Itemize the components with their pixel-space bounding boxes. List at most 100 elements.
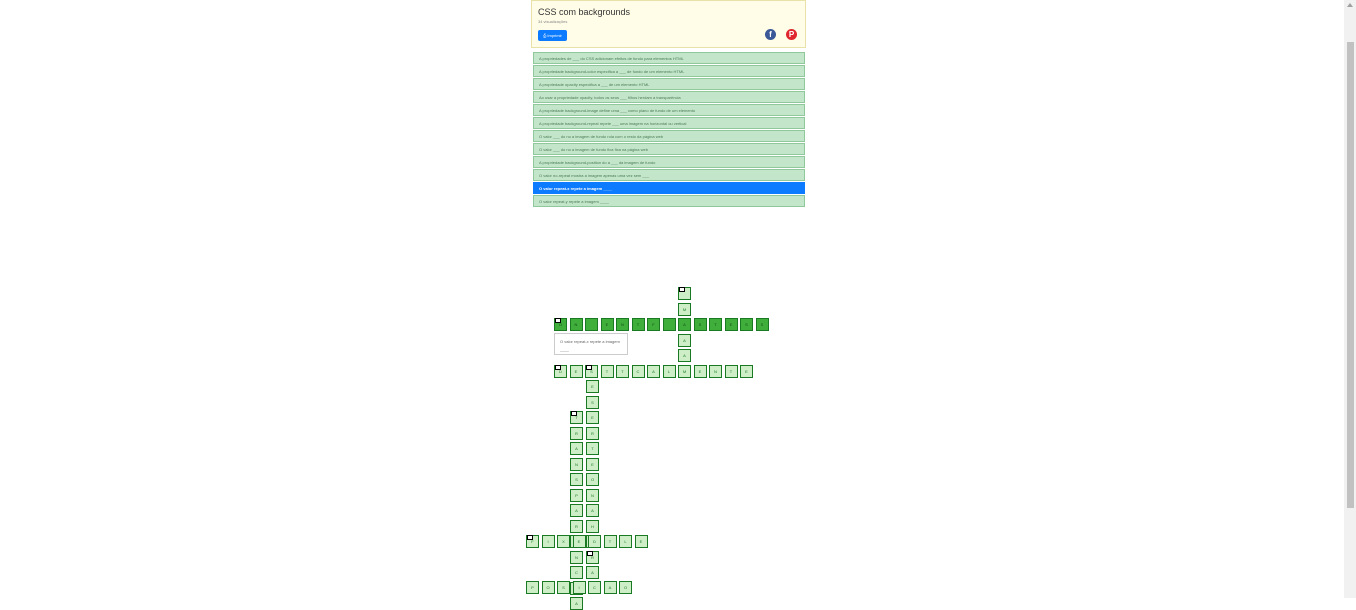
crossword-cell[interactable]: T xyxy=(616,365,629,378)
clue-item[interactable]: O valor ___ do no a imagem de fundo fica… xyxy=(533,143,805,155)
crossword-cell[interactable]: T xyxy=(631,318,645,331)
crossword-cell[interactable]: L xyxy=(662,365,676,378)
cell-letter: E xyxy=(591,384,594,389)
crossword-cell[interactable]: N xyxy=(570,550,583,564)
crossword-cell[interactable]: A xyxy=(603,581,617,594)
crossword-cell[interactable]: I xyxy=(572,581,586,594)
crossword-cell[interactable]: A xyxy=(678,349,691,362)
crossword-cell[interactable]: E xyxy=(693,365,707,378)
crossword-cell[interactable] xyxy=(585,318,598,331)
crossword-cell[interactable]: R xyxy=(570,426,583,440)
clue-item[interactable]: O valor ___ do no a imagem de fundo rola… xyxy=(533,130,805,142)
clue-item[interactable]: A propriedade background-color especific… xyxy=(533,65,805,77)
crossword-cell[interactable]: C xyxy=(588,581,601,594)
crossword-cell[interactable]: O xyxy=(541,581,555,594)
pinterest-icon[interactable]: P xyxy=(786,29,797,40)
crossword-cell[interactable]: O xyxy=(586,473,599,486)
crossword-cell[interactable]: R xyxy=(570,519,583,533)
crossword-cell[interactable]: E xyxy=(634,535,648,548)
crossword-cell[interactable]: I xyxy=(541,535,555,548)
crossword-cell[interactable]: T xyxy=(570,411,583,424)
crossword-cell[interactable]: E xyxy=(724,318,738,331)
crossword-cell[interactable]: T xyxy=(600,365,614,378)
crossword-cell[interactable]: C xyxy=(570,566,583,579)
crossword-cell[interactable]: E xyxy=(586,380,599,393)
crossword-cell[interactable]: F xyxy=(647,318,660,331)
crossword-cell[interactable]: A xyxy=(647,365,660,378)
crossword-cell[interactable]: R xyxy=(586,550,599,564)
crossword-cell[interactable]: M xyxy=(678,303,691,316)
crossword-cell[interactable]: A xyxy=(570,442,583,455)
crossword-cell[interactable]: L xyxy=(619,535,632,548)
cell-letter: P xyxy=(575,492,578,498)
facebook-icon[interactable]: f xyxy=(765,29,776,40)
clue-item[interactable]: A propriedade background-repeat repete _… xyxy=(533,117,805,129)
clue-item[interactable]: A propriedade opacity especifica a ___ d… xyxy=(533,78,805,90)
cell-number-marker xyxy=(555,365,561,370)
header-card: CSS com backgrounds 34 visualizações ⎙ I… xyxy=(531,0,806,48)
cell-number-marker xyxy=(555,318,561,323)
crossword-cell[interactable]: D xyxy=(588,535,601,548)
cell-letter: T xyxy=(621,369,624,374)
clue-item[interactable]: O valor no-repeat mostra a imagem apenas… xyxy=(533,169,805,181)
cell-number-marker xyxy=(571,411,577,416)
crossword-cell[interactable]: E xyxy=(572,535,586,548)
crossword-cell[interactable]: A xyxy=(586,566,599,579)
crossword-cell[interactable]: H xyxy=(586,519,599,533)
crossword-cell[interactable]: S xyxy=(740,318,753,331)
crossword-cell[interactable]: N xyxy=(570,457,583,471)
crossword-cell[interactable] xyxy=(678,287,691,300)
crossword-cell[interactable]: P xyxy=(526,581,539,594)
crossword-cell[interactable]: S xyxy=(557,581,570,594)
crossword-cell[interactable]: S xyxy=(570,473,583,486)
clue-item[interactable]: A propriedade background-position do a _… xyxy=(533,156,805,168)
crossword-cell[interactable]: C xyxy=(631,365,645,378)
crossword-cell[interactable]: S xyxy=(755,318,769,331)
crossword-cell[interactable]: S xyxy=(586,395,599,409)
crossword-cell[interactable]: O xyxy=(619,581,632,594)
print-button-label: Imprimir xyxy=(547,33,562,38)
scrollbar[interactable] xyxy=(1344,0,1356,598)
crossword-cell[interactable]: P xyxy=(570,488,583,502)
crossword-cell[interactable]: F xyxy=(526,535,539,548)
crossword-cell[interactable]: A xyxy=(586,504,599,517)
crossword-cell[interactable]: T xyxy=(709,318,722,331)
crossword-cell[interactable]: O xyxy=(554,318,567,331)
crossword-cell[interactable]: N xyxy=(586,488,599,502)
crossword-cell[interactable]: E xyxy=(586,411,599,424)
crossword-cell[interactable]: R xyxy=(586,426,599,440)
crossword-cell[interactable]: N xyxy=(616,318,629,331)
cell-letter: A xyxy=(575,601,578,606)
clue-item[interactable]: A propriedade background-image define um… xyxy=(533,104,805,116)
crossword-cell[interactable] xyxy=(662,318,676,331)
crossword-cell[interactable]: N xyxy=(709,365,722,378)
crossword-cell[interactable]: S xyxy=(585,365,598,378)
crossword-cell[interactable]: T xyxy=(586,442,599,455)
crossword-cell[interactable]: A xyxy=(570,597,583,610)
print-button[interactable]: ⎙ Imprimir xyxy=(538,30,567,41)
clue-item[interactable]: Ao usar a propriedade opacity, todos os … xyxy=(533,91,805,103)
crossword-cell[interactable]: A xyxy=(678,334,691,347)
clue-item[interactable]: O valor repeat-y repete a imagem ____ xyxy=(533,195,805,207)
clue-item[interactable]: A propriedades de ___ do CSS adicionam e… xyxy=(533,52,805,64)
crossword-cell[interactable]: S xyxy=(693,318,707,331)
clue-item-active[interactable]: O valor repeat-x repete a imagem ____ xyxy=(533,182,805,194)
cell-letter: T xyxy=(714,322,717,327)
crossword-cell[interactable]: E xyxy=(600,318,614,331)
crossword-cell[interactable]: A xyxy=(678,318,691,331)
cell-letter: L xyxy=(667,369,671,374)
cell-letter: R xyxy=(591,430,594,436)
crossword-cell[interactable]: A xyxy=(570,504,583,517)
crossword-cell[interactable]: D xyxy=(554,365,567,378)
scroll-up-icon[interactable] xyxy=(1347,3,1353,7)
crossword-cell[interactable]: M xyxy=(678,365,691,378)
crossword-cell[interactable]: E xyxy=(740,365,753,378)
crossword-cell[interactable]: E xyxy=(569,365,583,378)
crossword-cell[interactable]: T xyxy=(724,365,738,378)
scrollbar-thumb[interactable] xyxy=(1347,42,1354,508)
crossword-cell[interactable]: E xyxy=(586,457,599,471)
crossword-cell[interactable]: X xyxy=(557,535,570,548)
clue-tooltip: O valor repeat-x repete a imagem ____ xyxy=(554,333,628,355)
crossword-cell[interactable]: N xyxy=(569,318,583,331)
crossword-cell[interactable]: T xyxy=(603,535,617,548)
